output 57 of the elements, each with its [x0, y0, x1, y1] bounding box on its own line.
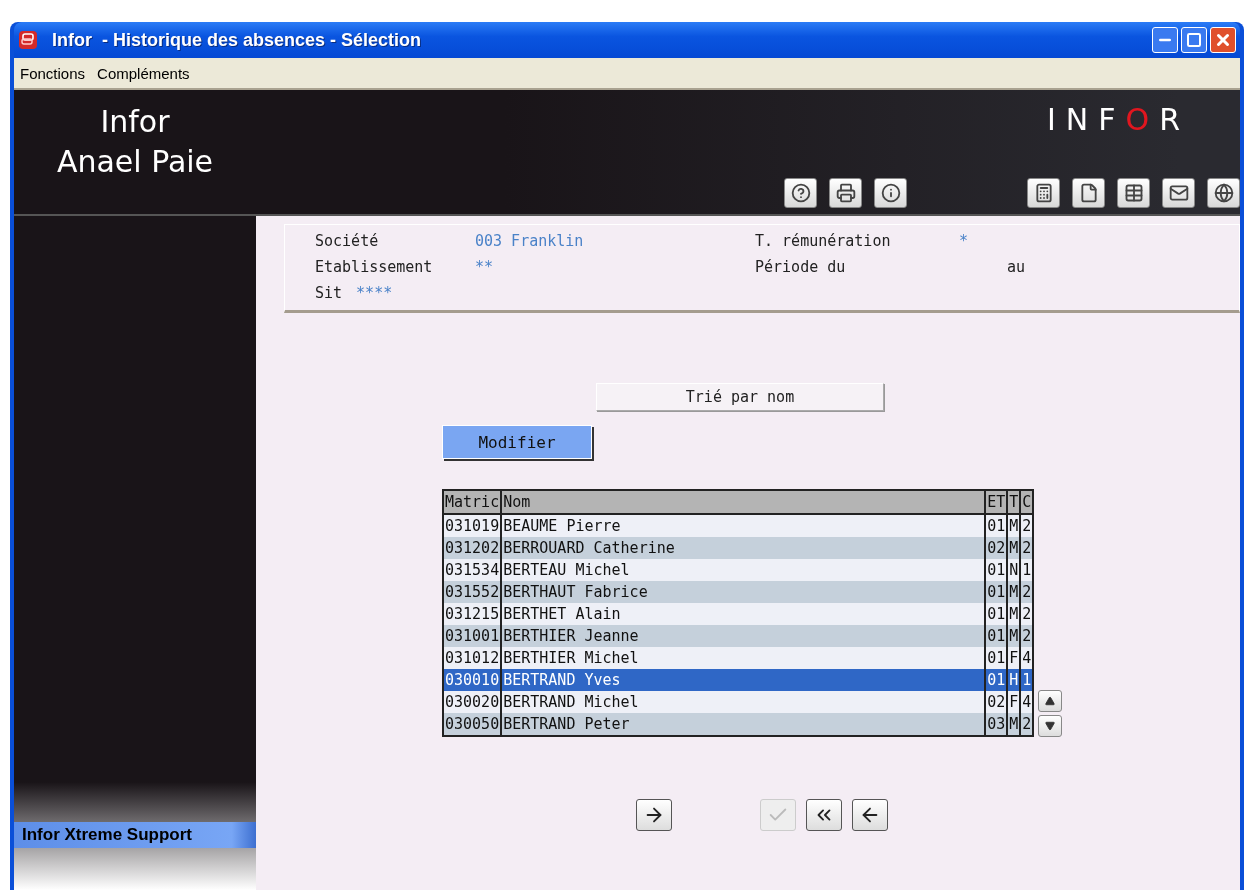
- field-label: Sit: [315, 284, 343, 302]
- document-button[interactable]: [1072, 178, 1105, 208]
- field-value: *: [959, 232, 969, 250]
- back-button[interactable]: [852, 799, 888, 831]
- calculator-icon: [1033, 183, 1054, 203]
- document-icon: [1078, 183, 1099, 203]
- brand-logo: INF O R: [1046, 102, 1190, 137]
- product-name: Infor: [100, 103, 170, 141]
- column-header: ET: [985, 490, 1008, 514]
- envelope-icon: [1168, 183, 1189, 203]
- field-value: **: [475, 258, 494, 276]
- field-value: 003 Franklin: [475, 232, 584, 250]
- field-value: ****: [356, 284, 393, 302]
- table-cell[interactable]: BERTRAND Peter: [501, 713, 986, 736]
- globe-icon: [1213, 183, 1234, 203]
- help-button[interactable]: [784, 178, 817, 208]
- table-button[interactable]: [1117, 178, 1150, 208]
- field-label: Etablissement: [315, 258, 434, 276]
- app-icon: [18, 30, 38, 50]
- globe-button[interactable]: [1207, 178, 1240, 208]
- scroll-up-button[interactable]: [1038, 690, 1063, 712]
- menu-item[interactable]: Fonctions: [20, 64, 86, 82]
- column-header: C: [1020, 490, 1034, 514]
- table-cell[interactable]: 030050: [443, 713, 502, 736]
- table-cell[interactable]: M: [1007, 713, 1021, 736]
- help-icon: [790, 183, 811, 203]
- window-title: Infor - Historique des absences - Sélection: [52, 29, 423, 51]
- table-cell[interactable]: 03: [985, 713, 1008, 736]
- product-name: Anael Paie: [56, 143, 214, 181]
- table-cell[interactable]: 2: [1020, 713, 1034, 736]
- field-label: Société: [315, 232, 380, 250]
- minimize-button[interactable]: [1152, 27, 1178, 53]
- support-link[interactable]: Infor Xtreme Support: [14, 822, 256, 848]
- sort-label: Trié par nom: [596, 383, 884, 411]
- mail-button[interactable]: [1162, 178, 1195, 208]
- first-button[interactable]: [806, 799, 842, 831]
- table-icon: [1123, 183, 1144, 203]
- close-icon: [1214, 31, 1232, 49]
- column-header: Nom: [501, 490, 986, 514]
- next-button[interactable]: [636, 799, 672, 831]
- field-label: au: [1007, 258, 1026, 276]
- print-button[interactable]: [829, 178, 862, 208]
- column-header: Matric: [443, 490, 502, 514]
- maximize-icon: [1186, 32, 1202, 48]
- scroll-down-button[interactable]: [1038, 715, 1063, 737]
- info-button[interactable]: [874, 178, 907, 208]
- maximize-button[interactable]: [1181, 27, 1207, 53]
- close-button[interactable]: [1210, 27, 1236, 53]
- field-label: Période du: [755, 258, 847, 276]
- info-icon: [880, 183, 901, 203]
- printer-icon: [835, 183, 856, 203]
- calculator-button[interactable]: [1027, 178, 1060, 208]
- up-triangle-icon: [1045, 696, 1056, 706]
- modify-button[interactable]: Modifier: [442, 425, 592, 459]
- menu-item[interactable]: Compléments: [97, 64, 190, 82]
- down-triangle-icon: [1045, 721, 1056, 731]
- field-label: T. rémunération: [755, 232, 892, 250]
